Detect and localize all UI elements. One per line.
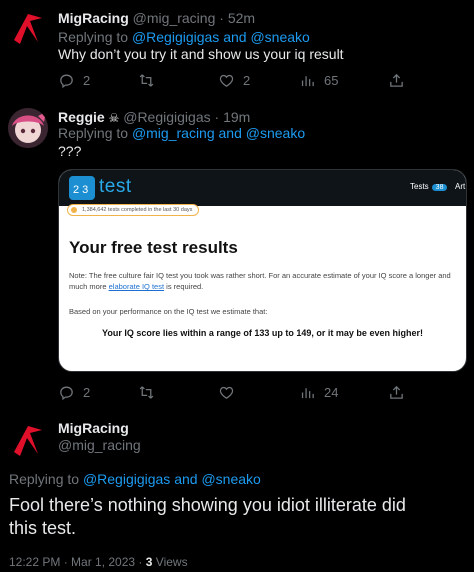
views-count: 3: [145, 555, 153, 569]
migracing-logo-icon: [14, 14, 42, 44]
share-button[interactable]: [388, 384, 405, 401]
nav-more: Art: [455, 182, 466, 191]
migracing-avatar[interactable]: [8, 8, 48, 48]
author-name[interactable]: MigRacing: [58, 420, 129, 436]
share-button[interactable]: [388, 72, 405, 89]
tweet-time[interactable]: 19m: [223, 109, 250, 125]
like-count: 2: [243, 73, 251, 88]
views-chart-icon: [301, 76, 314, 87]
tweet-1[interactable]: MigRacing @mig_racing · 52m Replying to …: [0, 0, 474, 100]
author-handle[interactable]: @mig_racing: [133, 10, 216, 26]
author-name[interactable]: Reggie: [58, 109, 105, 125]
attached-image[interactable]: 2 3 test Tests 38 Art 1,384,642 tests com…: [58, 169, 467, 372]
iq-site-logo-text: test: [99, 176, 132, 197]
tweet-text-line1: Fool there’s nothing showing you idiot i…: [9, 495, 406, 515]
results-title: Your free test results: [69, 238, 238, 257]
views-button[interactable]: 65: [299, 72, 338, 89]
reply-button[interactable]: 2: [58, 384, 90, 401]
reply-icon: [60, 74, 73, 89]
views-count: 24: [324, 385, 339, 400]
like-button[interactable]: [218, 384, 235, 401]
tweet-time[interactable]: 52m: [228, 10, 255, 26]
iq-site-logo-icon: 2 3: [69, 176, 95, 200]
tweet-text-line2: this test.: [9, 518, 77, 538]
nav-tests-badge: 38: [431, 184, 448, 191]
nav-tests: Tests 38: [410, 182, 448, 191]
replying-to-label: Replying to: [9, 471, 80, 487]
views-count: 65: [324, 73, 339, 88]
share-icon: [390, 73, 403, 87]
anime-avatar-icon: [8, 108, 48, 148]
iq-score-line: Your IQ score lies within a range of 133…: [102, 328, 423, 338]
results-note-line2: much more elaborate IQ test is required.: [69, 282, 204, 291]
views-label: Views: [155, 555, 188, 569]
tweet-3-focused: MigRacing @mig_racing Replying to @Regig…: [0, 400, 474, 572]
author-handle[interactable]: @Regigigigas: [123, 109, 210, 125]
like-button[interactable]: 2: [218, 72, 250, 89]
author-handle[interactable]: @mig_racing: [58, 437, 141, 453]
retweet-button[interactable]: [138, 384, 155, 401]
heart-icon: [219, 386, 234, 399]
retweet-icon: [139, 74, 154, 87]
elaborate-test-link: elaborate IQ test: [108, 282, 165, 291]
tweet-text: Why don’t you try it and show us your iq…: [58, 46, 344, 62]
pill-dot-icon: [71, 207, 77, 213]
tweet-timestamp-row: 12:22 PM · Mar 1, 2023 · 3 Views: [9, 555, 188, 569]
iq-site-header: 2 3 test Tests 38 Art: [59, 170, 466, 206]
skull-crossbones-emoji-icon: ☠: [108, 111, 120, 125]
views-chart-icon: [301, 388, 314, 399]
replying-to-mentions[interactable]: @Regigigigas and @sneako: [83, 471, 261, 487]
reply-icon: [60, 386, 73, 401]
share-icon: [390, 385, 403, 399]
replying-to-label: Replying to: [58, 125, 129, 141]
reply-count: 2: [83, 73, 91, 88]
tweet-timestamp[interactable]: 12:22 PM · Mar 1, 2023 ·: [9, 555, 142, 569]
migracing-avatar[interactable]: [8, 420, 48, 460]
retweet-icon: [139, 386, 154, 399]
retweet-button[interactable]: [138, 72, 155, 89]
results-note-line3: Based on your performance on the IQ test…: [69, 307, 268, 316]
heart-icon: [219, 74, 234, 87]
reggie-avatar[interactable]: [8, 108, 48, 148]
reply-button[interactable]: 2: [58, 72, 90, 89]
tests-completed-pill: 1,384,642 tests completed in the last 30…: [67, 204, 200, 216]
author-name[interactable]: MigRacing: [58, 10, 129, 26]
reply-count: 2: [83, 385, 91, 400]
results-note-line1: Note: The free culture fair IQ test you …: [69, 271, 451, 280]
views-button[interactable]: 24: [299, 384, 338, 401]
migracing-logo-icon: [14, 426, 42, 456]
tweet-text: ???: [58, 143, 82, 159]
replying-to-label: Replying to: [58, 29, 129, 45]
svg-text:2 3: 2 3: [73, 184, 88, 196]
replying-to-mentions[interactable]: @Regigigigas and @sneako: [132, 29, 310, 45]
replying-to-mentions[interactable]: @mig_racing and @sneako: [132, 125, 305, 141]
